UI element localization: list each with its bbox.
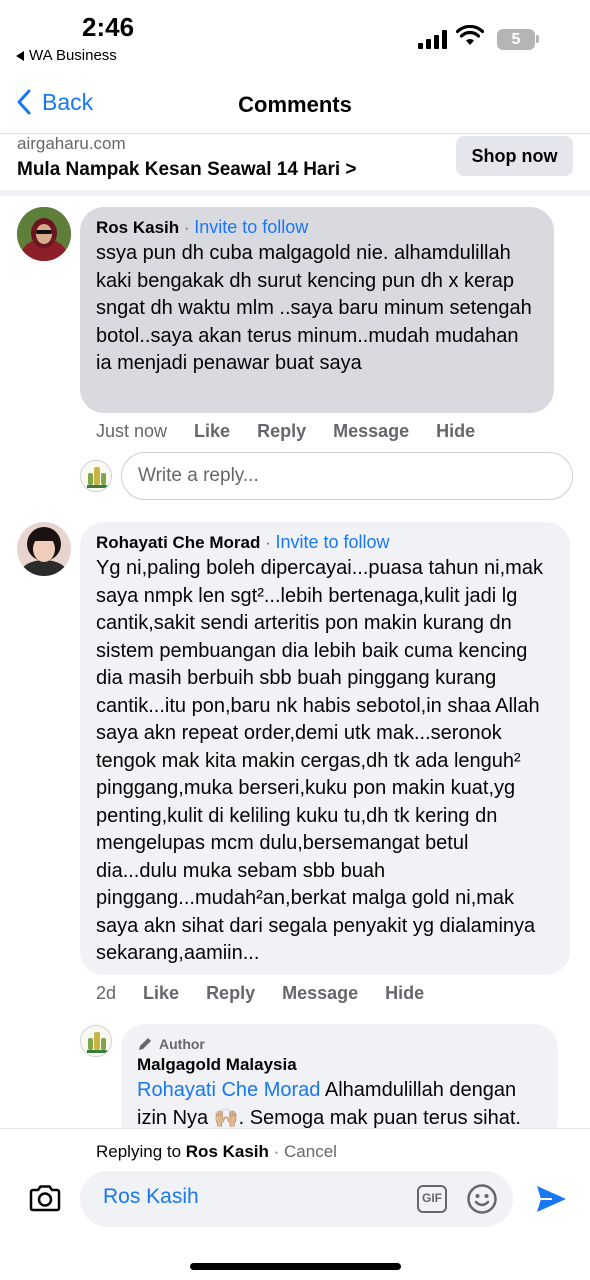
like-button[interactable]: Like	[143, 983, 179, 1004]
page-logo-icon	[81, 1026, 111, 1056]
wifi-icon	[456, 25, 484, 45]
cancel-reply-button[interactable]: · Cancel	[269, 1142, 337, 1161]
emoji-icon[interactable]	[466, 1183, 498, 1215]
avatar[interactable]	[17, 207, 71, 261]
ad-domain: airgaharu.com	[17, 134, 126, 153]
back-triangle-icon	[16, 50, 24, 61]
author-badge: Author	[137, 1036, 542, 1052]
author-reply-text: Rohayati Che Morad Alhamdulillah dengan …	[137, 1077, 542, 1132]
page-logo-icon	[81, 461, 111, 491]
gif-button[interactable]: GIF	[417, 1185, 447, 1213]
commenter-name[interactable]: Ros Kasih	[96, 218, 179, 237]
commenter-name[interactable]: Rohayati Che Morad	[96, 533, 260, 552]
navigation-bar: Back Comments	[0, 80, 590, 134]
separator-dot: ·	[179, 218, 195, 237]
author-reply-bubble: Author Malgagold Malaysia Rohayati Che M…	[121, 1024, 558, 1144]
replying-prefix: Replying to	[96, 1142, 186, 1161]
status-bar: 2:46 WA Business 5	[0, 0, 590, 80]
reply-row: Write a reply...	[80, 452, 574, 500]
replying-to-bar: Replying to Ros Kasih · Cancel	[96, 1142, 337, 1162]
send-icon[interactable]	[534, 1183, 568, 1215]
comment-input[interactable]: Ros Kasih GIF	[80, 1171, 513, 1227]
author-name[interactable]: Malgagold Malaysia	[137, 1055, 542, 1075]
like-button[interactable]: Like	[194, 421, 230, 442]
author-label: Author	[159, 1036, 205, 1052]
battery-icon: 5	[497, 29, 535, 50]
comment-text: ssya pun dh cuba malgagold nie. alhamdul…	[96, 242, 532, 374]
hide-button[interactable]: Hide	[436, 421, 475, 442]
home-indicator	[190, 1263, 401, 1270]
mention-link[interactable]: Rohayati Che Morad	[137, 1079, 320, 1101]
profile-photo-icon	[17, 207, 71, 261]
comment-time: 2d	[96, 983, 117, 1003]
comment-bubble: Rohayati Che Morad · Invite to follow Yg…	[80, 522, 570, 975]
shop-now-button[interactable]: Shop now	[456, 136, 573, 176]
battery-tip	[536, 35, 539, 43]
page-title: Comments	[238, 92, 352, 117]
write-reply-input[interactable]: Write a reply...	[121, 452, 573, 500]
avatar[interactable]	[17, 522, 71, 576]
page-avatar	[80, 460, 112, 492]
sponsored-ad-bar[interactable]: airgaharu.com Mula Nampak Kesan Seawal 1…	[0, 134, 590, 196]
separator-dot: ·	[260, 533, 276, 552]
invite-to-follow-link[interactable]: Invite to follow	[194, 217, 308, 237]
comment-actions: Just now Like Reply Message Hide	[96, 421, 502, 442]
back-to-app-link[interactable]: WA Business	[16, 47, 117, 64]
comment-time: Just now	[96, 421, 168, 441]
replying-name: Ros Kasih	[185, 1142, 269, 1161]
comment-composer: Replying to Ros Kasih · Cancel Ros Kasih…	[0, 1128, 590, 1280]
comment-input-text: Ros Kasih	[103, 1185, 199, 1208]
message-button[interactable]: Message	[282, 983, 358, 1004]
camera-icon[interactable]	[28, 1184, 62, 1212]
pen-icon	[139, 1038, 151, 1050]
message-button[interactable]: Message	[333, 421, 409, 442]
reply-button[interactable]: Reply	[257, 421, 306, 442]
comment-bubble: Ros Kasih · Invite to follow ssya pun dh…	[80, 207, 554, 413]
reply-button[interactable]: Reply	[206, 983, 255, 1004]
profile-photo-icon	[17, 522, 71, 576]
hide-button[interactable]: Hide	[385, 983, 424, 1004]
ad-headline[interactable]: Mula Nampak Kesan Seawal 14 Hari >	[17, 159, 357, 181]
page-avatar[interactable]	[80, 1025, 112, 1057]
status-time: 2:46	[82, 12, 135, 42]
back-app-label: WA Business	[29, 47, 117, 64]
comment-text: Yg ni,paling boleh dipercayai...puasa ta…	[96, 557, 543, 964]
cellular-signal-icon	[418, 29, 447, 49]
comment-actions: 2d Like Reply Message Hide	[96, 983, 451, 1004]
invite-to-follow-link[interactable]: Invite to follow	[275, 532, 389, 552]
